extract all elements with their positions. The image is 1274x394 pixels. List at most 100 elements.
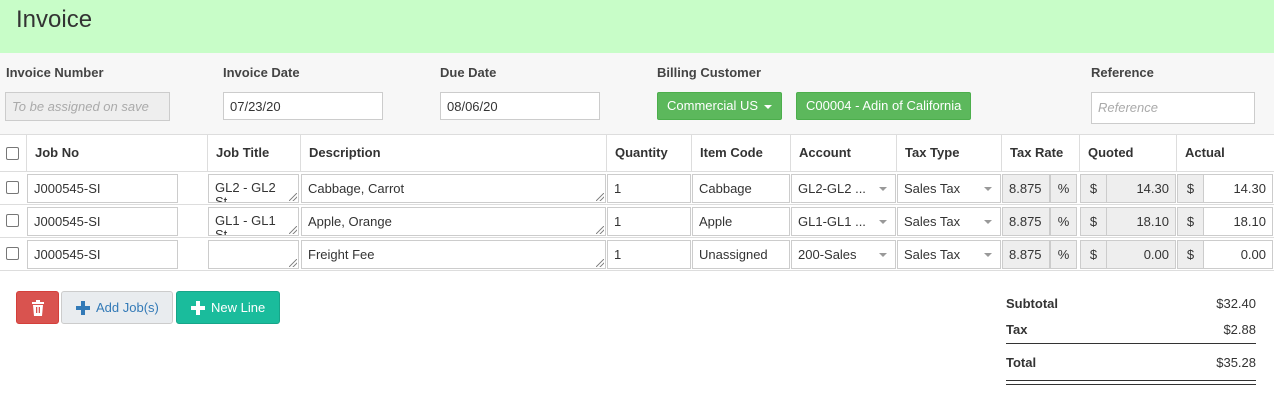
col-quantity: Quantity: [606, 135, 691, 171]
due-date-label: Due Date: [440, 65, 497, 80]
percent-addon: %: [1050, 174, 1077, 203]
resize-grip-icon[interactable]: [596, 193, 604, 201]
resize-grip-icon[interactable]: [289, 193, 297, 201]
tax-label: Tax: [1006, 322, 1028, 337]
job-title-text: GL1 - GL1 St...: [215, 213, 276, 236]
quoted-field[interactable]: 18.10: [1106, 207, 1176, 236]
col-tax-rate: Tax Rate: [1001, 135, 1079, 171]
col-tax-type: Tax Type: [896, 135, 1001, 171]
tax-rate-field[interactable]: 8.875: [1002, 240, 1050, 269]
col-job-title: Job Title: [207, 135, 300, 171]
plus-icon: [76, 301, 90, 315]
page-title: Invoice: [16, 6, 93, 33]
subtotal-label: Subtotal: [1006, 296, 1058, 311]
caret-down-icon: [984, 220, 992, 224]
tax-value: $2.88: [1223, 322, 1256, 337]
invoice-date-label: Invoice Date: [223, 65, 300, 80]
table-row: J000545-SI Freight Fee 1 Unassigned 200-…: [0, 237, 1274, 271]
item-code-field[interactable]: Unassigned: [692, 240, 790, 269]
plus-icon: [191, 301, 205, 315]
table-row: J000545-SI GL1 - GL1 St... Apple, Orange…: [0, 204, 1274, 237]
dollar-addon: $: [1177, 207, 1204, 236]
tax-rate-field[interactable]: 8.875: [1002, 174, 1050, 203]
actual-field[interactable]: 18.10: [1203, 207, 1273, 236]
due-date-field[interactable]: 08/06/20: [440, 92, 600, 120]
description-text: Apple, Orange: [308, 214, 392, 229]
tax-rate-field[interactable]: 8.875: [1002, 207, 1050, 236]
item-code-field[interactable]: Cabbage: [692, 174, 790, 203]
quoted-field[interactable]: 0.00: [1106, 240, 1176, 269]
billing-customer-label: Billing Customer: [657, 65, 762, 80]
tax-type-value: Sales Tax: [904, 214, 961, 229]
job-title-field[interactable]: GL2 - GL2 St...: [208, 174, 299, 203]
quantity-field[interactable]: 1: [607, 174, 691, 203]
actual-field[interactable]: 14.30: [1203, 174, 1273, 203]
tax-type-select[interactable]: Sales Tax: [897, 174, 1001, 203]
job-no-field[interactable]: J000545-SI: [27, 174, 178, 203]
account-select[interactable]: 200-Sales: [791, 240, 896, 269]
total-label: Total: [1006, 355, 1037, 370]
resize-grip-icon[interactable]: [289, 226, 297, 234]
dollar-addon: $: [1177, 240, 1204, 269]
quoted-field[interactable]: 14.30: [1106, 174, 1176, 203]
percent-addon: %: [1050, 207, 1077, 236]
description-field[interactable]: Cabbage, Carrot: [301, 174, 606, 203]
account-value: GL1-GL1 ...: [798, 214, 866, 229]
job-title-text: GL2 - GL2 St...: [215, 180, 276, 203]
trash-icon: [32, 300, 44, 316]
account-select[interactable]: GL2-GL2 ...: [791, 174, 896, 203]
tax-type-select[interactable]: Sales Tax: [897, 207, 1001, 236]
reference-field[interactable]: Reference: [1091, 92, 1255, 124]
row-checkbox[interactable]: [6, 181, 19, 194]
quantity-field[interactable]: 1: [607, 240, 691, 269]
col-quoted: Quoted: [1079, 135, 1176, 171]
caret-down-icon: [879, 220, 887, 224]
description-field[interactable]: Freight Fee: [301, 240, 606, 269]
resize-grip-icon[interactable]: [596, 259, 604, 267]
delete-lines-button[interactable]: [16, 291, 59, 324]
job-title-field[interactable]: [208, 240, 299, 269]
col-actual: Actual: [1176, 135, 1274, 171]
caret-down-icon: [984, 253, 992, 257]
job-title-field[interactable]: GL1 - GL1 St...: [208, 207, 299, 236]
new-line-button[interactable]: New Line: [176, 291, 280, 324]
tax-type-value: Sales Tax: [904, 181, 961, 196]
account-value: 200-Sales: [798, 247, 857, 262]
customer-button[interactable]: C00004 - Adin of California: [796, 92, 972, 120]
actual-field[interactable]: 0.00: [1203, 240, 1273, 269]
item-code-field[interactable]: Apple: [692, 207, 790, 236]
invoice-number-field[interactable]: To be assigned on save: [5, 92, 170, 121]
dollar-addon: $: [1080, 240, 1107, 269]
resize-grip-icon[interactable]: [596, 226, 604, 234]
dollar-addon: $: [1080, 174, 1107, 203]
invoice-header: Invoice Number To be assigned on save In…: [0, 53, 1274, 135]
description-text: Cabbage, Carrot: [308, 181, 405, 196]
divider: [1006, 384, 1256, 385]
description-field[interactable]: Apple, Orange: [301, 207, 606, 236]
title-bar: Invoice: [0, 0, 1274, 53]
job-no-field[interactable]: J000545-SI: [27, 207, 178, 236]
add-jobs-button[interactable]: Add Job(s): [61, 291, 173, 324]
table-row: J000545-SI GL2 - GL2 St... Cabbage, Carr…: [0, 171, 1274, 204]
resize-grip-icon[interactable]: [289, 259, 297, 267]
tax-type-select[interactable]: Sales Tax: [897, 240, 1001, 269]
billing-region-label: Commercial US: [667, 98, 759, 113]
job-no-field[interactable]: J000545-SI: [27, 240, 178, 269]
select-all-checkbox[interactable]: [6, 147, 19, 160]
col-job-no: Job No: [26, 135, 207, 171]
billing-region-dropdown[interactable]: Commercial US: [657, 92, 783, 120]
description-text: Freight Fee: [308, 247, 375, 262]
caret-down-icon: [764, 104, 773, 109]
invoice-date-field[interactable]: 07/23/20: [223, 92, 383, 120]
row-checkbox[interactable]: [6, 247, 19, 260]
reference-label: Reference: [1091, 65, 1154, 80]
divider: [1006, 380, 1256, 381]
account-value: GL2-GL2 ...: [798, 181, 866, 196]
col-item-code: Item Code: [691, 135, 790, 171]
quantity-field[interactable]: 1: [607, 207, 691, 236]
add-jobs-label: Add Job(s): [96, 300, 159, 315]
row-checkbox[interactable]: [6, 214, 19, 227]
new-line-label: New Line: [211, 300, 266, 315]
account-select[interactable]: GL1-GL1 ...: [791, 207, 896, 236]
col-account: Account: [790, 135, 896, 171]
